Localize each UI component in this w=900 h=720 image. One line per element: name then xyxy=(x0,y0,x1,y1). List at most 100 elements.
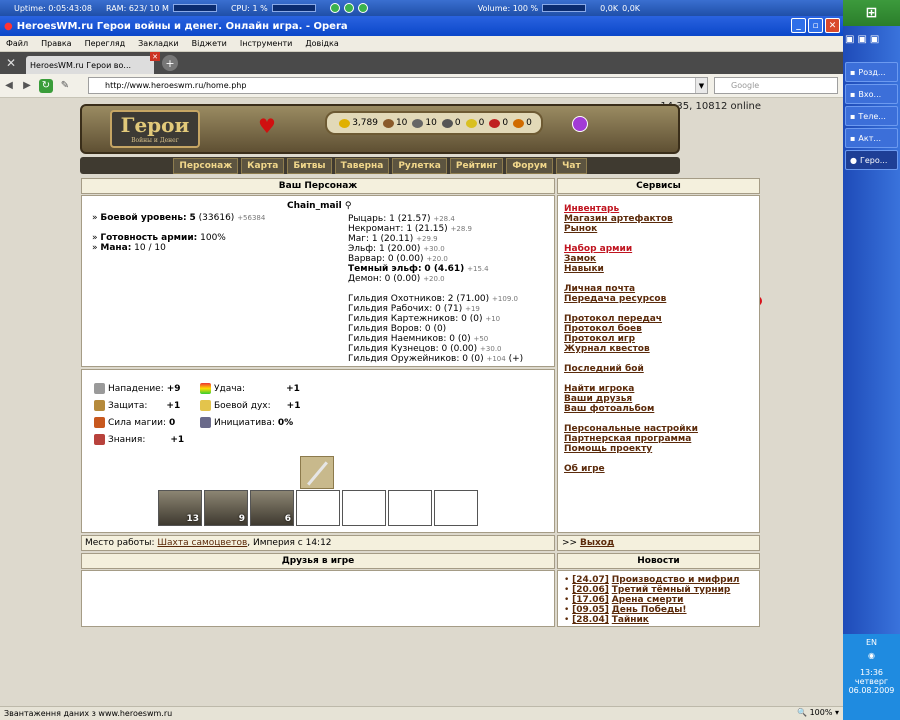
search-field[interactable]: Google xyxy=(714,77,838,94)
quicklaunch-icon[interactable]: ▣ xyxy=(857,34,866,45)
menu-file[interactable]: Файл xyxy=(6,39,28,48)
tray-icon[interactable]: ◉ xyxy=(843,651,900,660)
link-army-recruit[interactable]: Набор армии xyxy=(564,244,632,254)
news-item[interactable]: [09.05] День Победы! xyxy=(564,605,759,615)
taskbar-item[interactable]: ● Геро... xyxy=(845,150,898,170)
volume-readout[interactable]: Volume: 100 % xyxy=(478,4,587,13)
address-dropdown-icon[interactable]: ▼ xyxy=(695,78,707,93)
tab-close-icon[interactable]: ✕ xyxy=(150,52,160,61)
cpu-text: CPU: 1 % xyxy=(230,3,268,13)
weapon-artifact-slot[interactable] xyxy=(300,456,334,489)
news-title[interactable]: Арена смерти xyxy=(612,595,684,605)
potion-icon[interactable] xyxy=(572,116,588,132)
taskbar-item[interactable]: ▪ Теле... xyxy=(845,106,898,126)
info-icon[interactable]: ⚲ xyxy=(345,201,352,211)
game-menu-roulette[interactable]: Рулетка xyxy=(392,157,447,174)
game-menu-tavern[interactable]: Таверна xyxy=(334,157,390,174)
game-menu-chat[interactable]: Чат xyxy=(556,157,587,174)
link-help-project[interactable]: Помощь проекту xyxy=(564,444,652,454)
quicklaunch-icon[interactable]: ▣ xyxy=(870,34,879,45)
taskbar-item[interactable]: ▪ Вхо... xyxy=(845,84,898,104)
stat-label: Боевой дух: xyxy=(214,400,271,411)
news-item[interactable]: [17.06] Арена смерти xyxy=(564,595,759,605)
link-last-battle[interactable]: Последний бой xyxy=(564,364,644,374)
exit-link[interactable]: Выход xyxy=(580,538,614,548)
tools-icon[interactable]: ✕ xyxy=(0,52,22,74)
exit-bar: >> Выход xyxy=(557,535,760,551)
plus-circle-icon[interactable]: (+) xyxy=(509,354,524,364)
link-settings[interactable]: Персональные настройки xyxy=(564,424,698,434)
language-indicator[interactable]: EN xyxy=(843,638,900,647)
menu-widgets[interactable]: Віджети xyxy=(192,39,227,48)
empty-army-slot[interactable] xyxy=(296,490,340,526)
link-photo-album[interactable]: Ваш фотоальбом xyxy=(564,404,654,414)
forward-icon[interactable]: ▶ xyxy=(18,77,36,95)
game-menu-forum[interactable]: Форум xyxy=(506,157,554,174)
link-skills[interactable]: Навыки xyxy=(564,264,604,274)
minimize-button[interactable]: _ xyxy=(791,18,806,33)
link-find-player[interactable]: Найти игрока xyxy=(564,384,634,394)
menu-bookmarks[interactable]: Закладки xyxy=(138,39,178,48)
character-name-text[interactable]: Chain_mail xyxy=(287,201,342,211)
taskbar-item[interactable]: ▪ Розд... xyxy=(845,62,898,82)
play-icon[interactable] xyxy=(329,3,340,13)
menu-view[interactable]: Перегляд xyxy=(85,39,126,48)
volume-bar[interactable] xyxy=(542,4,587,12)
link-battle-log[interactable]: Протокол боев xyxy=(564,324,642,334)
link-inventory[interactable]: Инвентарь xyxy=(564,204,619,214)
work-place-link[interactable]: Шахта самоцветов xyxy=(157,538,247,548)
link-transfer-log[interactable]: Протокол передач xyxy=(564,314,662,324)
tab-heroeswm[interactable]: HeroesWM.ru Герои во... ✕ xyxy=(26,52,160,74)
army-slot[interactable]: 6 xyxy=(250,490,294,526)
link-castle[interactable]: Замок xyxy=(564,254,596,264)
link-friends[interactable]: Ваши друзья xyxy=(564,394,632,404)
heart-icon[interactable]: ♥ xyxy=(258,114,276,138)
empty-army-slot[interactable] xyxy=(434,490,478,526)
quicklaunch-icon[interactable]: ▣ xyxy=(845,34,854,45)
link-partner[interactable]: Партнерская программа xyxy=(564,434,691,444)
link-game-log[interactable]: Протокол игр xyxy=(564,334,635,344)
level-value: 5 xyxy=(189,213,196,223)
menu-tools[interactable]: Інструменти xyxy=(240,39,293,48)
army-slot[interactable]: 13 xyxy=(158,490,202,526)
stop-icon[interactable] xyxy=(343,3,354,13)
start-button[interactable]: ⊞ xyxy=(843,0,900,26)
link-market[interactable]: Рынок xyxy=(564,224,597,234)
reload-icon[interactable]: ↻ xyxy=(39,78,53,93)
game-menu-map[interactable]: Карта xyxy=(241,157,285,174)
link-artifact-shop[interactable]: Магазин артефактов xyxy=(564,214,673,224)
army-slot[interactable]: 9 xyxy=(204,490,248,526)
news-item[interactable]: [20.06] Третий тёмный турнир xyxy=(564,585,759,595)
close-button[interactable]: ✕ xyxy=(825,18,840,33)
game-menu-character[interactable]: Персонаж xyxy=(173,157,239,174)
taskbar-item[interactable]: ▪ Акт... xyxy=(845,128,898,148)
game-menu-rating[interactable]: Рейтинг xyxy=(449,157,504,174)
news-item[interactable]: [24.07] Производство и мифрил xyxy=(564,575,759,585)
empty-army-slot[interactable] xyxy=(342,490,386,526)
guild-name: Гильдия Кузнецов: xyxy=(348,344,439,354)
edit-icon[interactable]: ✎ xyxy=(56,77,74,95)
game-menu-battles[interactable]: Битвы xyxy=(287,157,332,174)
link-transfer[interactable]: Передача ресурсов xyxy=(564,294,666,304)
news-title[interactable]: День Победы! xyxy=(612,605,687,615)
new-tab-button[interactable]: + xyxy=(162,55,178,71)
sulfur-value: 0 xyxy=(478,118,485,128)
empty-army-slot[interactable] xyxy=(388,490,432,526)
media-controls[interactable] xyxy=(329,3,368,13)
link-about[interactable]: Об игре xyxy=(564,464,605,474)
pause-icon[interactable] xyxy=(357,3,368,13)
menu-edit[interactable]: Правка xyxy=(41,39,71,48)
address-field[interactable]: http://www.heroeswm.ru/home.php ▼ xyxy=(88,77,708,94)
zoom-control[interactable]: 🔍 100% ▾ xyxy=(797,708,839,717)
link-quest-log[interactable]: Журнал квестов xyxy=(564,344,650,354)
news-item[interactable]: [28.04] Тайник xyxy=(564,615,759,625)
game-logo[interactable]: Герои Войны и Денег xyxy=(110,110,200,148)
maximize-button[interactable]: ▫ xyxy=(808,18,823,33)
news-title[interactable]: Тайник xyxy=(612,615,649,625)
news-title[interactable]: Третий тёмный турнир xyxy=(612,585,731,595)
guild-row: Гильдия Оружейников: 0 (0) +104 (+) xyxy=(348,354,523,364)
news-title[interactable]: Производство и мифрил xyxy=(612,575,740,585)
menu-help[interactable]: Довідка xyxy=(305,39,338,48)
link-mail[interactable]: Личная почта xyxy=(564,284,635,294)
back-icon[interactable]: ◀ xyxy=(0,77,18,95)
